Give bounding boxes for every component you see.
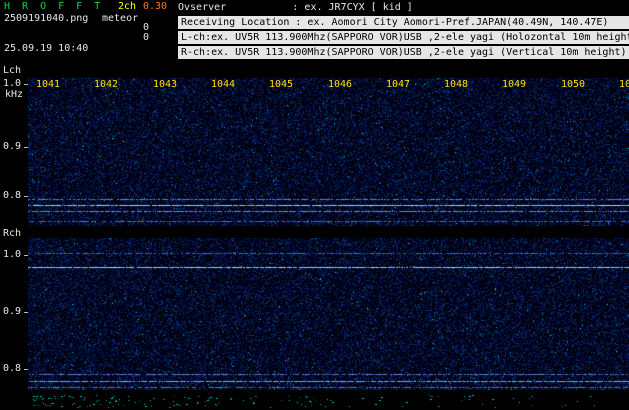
rch-tick-mark	[24, 255, 28, 256]
app-version: 0.30	[143, 1, 168, 12]
lch-tick-mark	[24, 147, 28, 148]
lch-freq-1-0: 1.0	[3, 78, 22, 89]
time-label: 10	[619, 79, 629, 90]
time-label: 1041	[36, 79, 61, 90]
lch-info-line: L-ch:ex. UV5R 113.900Mhz(SAPPORO VOR)USB…	[178, 31, 629, 44]
time-label: 1047	[386, 79, 411, 90]
app-title: H R O F F T	[4, 1, 104, 12]
lch-spectrogram-canvas	[28, 78, 629, 226]
meteor-label: meteor	[102, 13, 139, 24]
time-label: 1048	[444, 79, 469, 90]
rch-axis-label: Rch	[3, 228, 22, 239]
lch-axis-unit: kHz	[5, 89, 24, 100]
rch-freq-1-0: 1.0	[3, 249, 22, 260]
time-label: 1042	[94, 79, 119, 90]
lch-freq-0-9: 0.9	[3, 141, 22, 152]
datetime: 25.09.19 10:40	[4, 43, 89, 54]
rch-spectrogram-canvas	[28, 238, 629, 390]
rch-freq-0-8: 0.8	[3, 363, 22, 374]
time-label: 1050	[561, 79, 586, 90]
meteor-count-r: 0	[143, 32, 150, 43]
lch-tick-mark	[24, 196, 28, 197]
time-label: 1044	[211, 79, 236, 90]
time-label: 1045	[269, 79, 294, 90]
lch-axis-label: Lch	[3, 65, 22, 76]
observer-line: Ovserver : ex. JR7CYX [ kid ]	[178, 2, 413, 13]
signal-activity-strip	[28, 391, 629, 409]
time-label: 1049	[502, 79, 527, 90]
time-label: 1043	[153, 79, 178, 90]
rch-freq-0-9: 0.9	[3, 306, 22, 317]
location-line: Receiving Location : ex. Aomori City Aom…	[178, 16, 629, 29]
rch-info-line: R-ch:ex. UV5R 113.900Mhz(SAPPORO VOR)USB…	[178, 46, 629, 59]
lch-freq-0-8: 0.8	[3, 190, 22, 201]
rch-tick-mark	[24, 369, 28, 370]
rch-tick-mark	[24, 312, 28, 313]
output-filename: 2509191040.png	[4, 13, 89, 24]
time-axis: 1041 1042 1043 1044 1045 1046 1047 1048 1049 1050…	[28, 80, 629, 92]
hrofft-screen: H R O F F T 2ch 0.30 2509191040.png mete…	[0, 0, 629, 410]
time-label: 1046	[328, 79, 353, 90]
channel-mode: 2ch	[118, 1, 137, 12]
